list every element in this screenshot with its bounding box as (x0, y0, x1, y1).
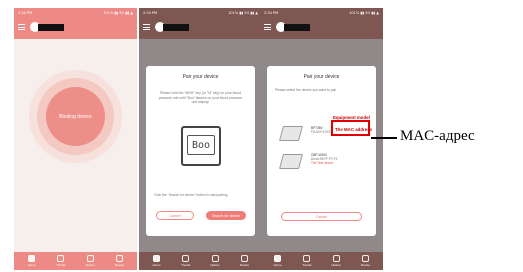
menu-icon[interactable] (18, 24, 25, 30)
tab-label: Device (239, 263, 249, 267)
status-icons: 101% ▮▮ 5G ▮▮ ▲ (228, 10, 258, 15)
tab-history[interactable]: History (204, 255, 226, 267)
dialog-hint: Click the "Search for device" button to … (154, 193, 229, 197)
tab-label: History (210, 263, 220, 267)
status-icons: 101% ▮▮ 5G ▮▮ ▲ (349, 10, 379, 15)
binding-device-label: Binding device (59, 113, 92, 120)
history-icon (211, 255, 219, 262)
blood-pressure-monitor-icon (278, 126, 304, 141)
tab-label: Device (360, 263, 370, 267)
tab-label: History (85, 263, 95, 267)
blood-pressure-monitor-icon: Boo (181, 126, 221, 166)
tab-home[interactable]: Home (146, 255, 168, 267)
tab-device[interactable]: Device (354, 255, 376, 267)
device-display: Boo (187, 135, 215, 155)
phone-screen-select-device: 2:34 PM 101% ▮▮ 5G ▮▮ ▲ Pair your device… (260, 8, 383, 270)
status-time: 2:34 PM (143, 10, 158, 15)
history-icon (86, 255, 94, 262)
home-icon (28, 255, 36, 262)
status-bar: 2:34 PM 101% ▮▮ 5G ▮▮ ▲ (139, 8, 262, 17)
status-time: 2:34 PM (264, 10, 279, 15)
dialog-title: Pair your device (303, 74, 340, 80)
tab-label: Trends (56, 263, 66, 267)
app-header (14, 17, 137, 39)
tab-history[interactable]: History (79, 255, 101, 267)
search-for-device-button[interactable]: Search for device (206, 211, 246, 220)
binding-device-button[interactable]: Binding device (46, 87, 105, 146)
tab-label: Home (27, 263, 36, 267)
callout-line (371, 137, 397, 139)
dialog-instructions: Please select the device you want to pai… (275, 88, 337, 92)
mac-address-annotation: The MAC address (335, 127, 373, 132)
menu-icon[interactable] (264, 24, 271, 30)
dialog-instructions: Please hold the "MEM" key (or "M" key) o… (158, 91, 243, 105)
blood-pressure-monitor-icon (278, 154, 304, 169)
home-icon (274, 255, 282, 262)
tab-label: Device (114, 263, 124, 267)
tab-home[interactable]: Home (267, 255, 289, 267)
tab-bar: Home Trends History Device (14, 252, 137, 270)
cancel-button[interactable]: Cancel (281, 212, 362, 221)
tab-bar: Home Trends History Device (260, 252, 383, 270)
history-icon (332, 255, 340, 262)
menu-icon[interactable] (143, 24, 150, 30)
trends-icon (182, 255, 190, 262)
tab-home[interactable]: Home (21, 255, 43, 267)
mac-address-highlight: The MAC address (331, 120, 373, 136)
device-icon (115, 255, 123, 262)
tab-label: Home (273, 263, 282, 267)
redacted-username (284, 24, 310, 31)
tab-history[interactable]: History (325, 255, 347, 267)
tab-label: Trends (181, 263, 191, 267)
tab-trends[interactable]: Trends (296, 255, 318, 267)
dialog-title: Pair your device (182, 74, 219, 80)
tab-bar: Home Trends History Device (139, 252, 262, 270)
redacted-username (38, 24, 64, 31)
tab-device[interactable]: Device (233, 255, 255, 267)
cancel-button[interactable]: Cancel (156, 211, 194, 220)
status-time: 2:34 PM (18, 10, 33, 15)
app-header (260, 17, 383, 39)
device-icon (240, 255, 248, 262)
home-icon (153, 255, 161, 262)
status-icons: 101% ▮▮ 5G ▮▮ ▲ (103, 10, 133, 15)
pair-dialog: Pair your device Please hold the "MEM" k… (146, 66, 255, 236)
app-header (139, 17, 262, 39)
status-bar: 2:34 PM 101% ▮▮ 5G ▮▮ ▲ (14, 8, 137, 17)
trends-icon (57, 255, 65, 262)
tab-trends[interactable]: Trends (50, 255, 72, 267)
trends-icon (303, 255, 311, 262)
phone-screen-pair-instructions: 2:34 PM 101% ▮▮ 5G ▮▮ ▲ Pair your device… (139, 8, 262, 270)
redacted-username (163, 24, 189, 31)
tab-label: History (331, 263, 341, 267)
phone-screen-binding: 2:34 PM 101% ▮▮ 5G ▮▮ ▲ Binding device H… (14, 8, 137, 270)
status-bar: 2:34 PM 101% ▮▮ 5G ▮▮ ▲ (260, 8, 383, 17)
tab-label: Trends (302, 263, 312, 267)
device-select-dialog: Pair your device Please select the devic… (267, 66, 376, 236)
device-note: The Test device (311, 161, 334, 165)
tab-device[interactable]: Device (108, 255, 130, 267)
mac-address-callout: MAC-адрес (400, 128, 475, 144)
tab-label: Home (152, 263, 161, 267)
tab-trends[interactable]: Trends (175, 255, 197, 267)
device-icon (361, 255, 369, 262)
